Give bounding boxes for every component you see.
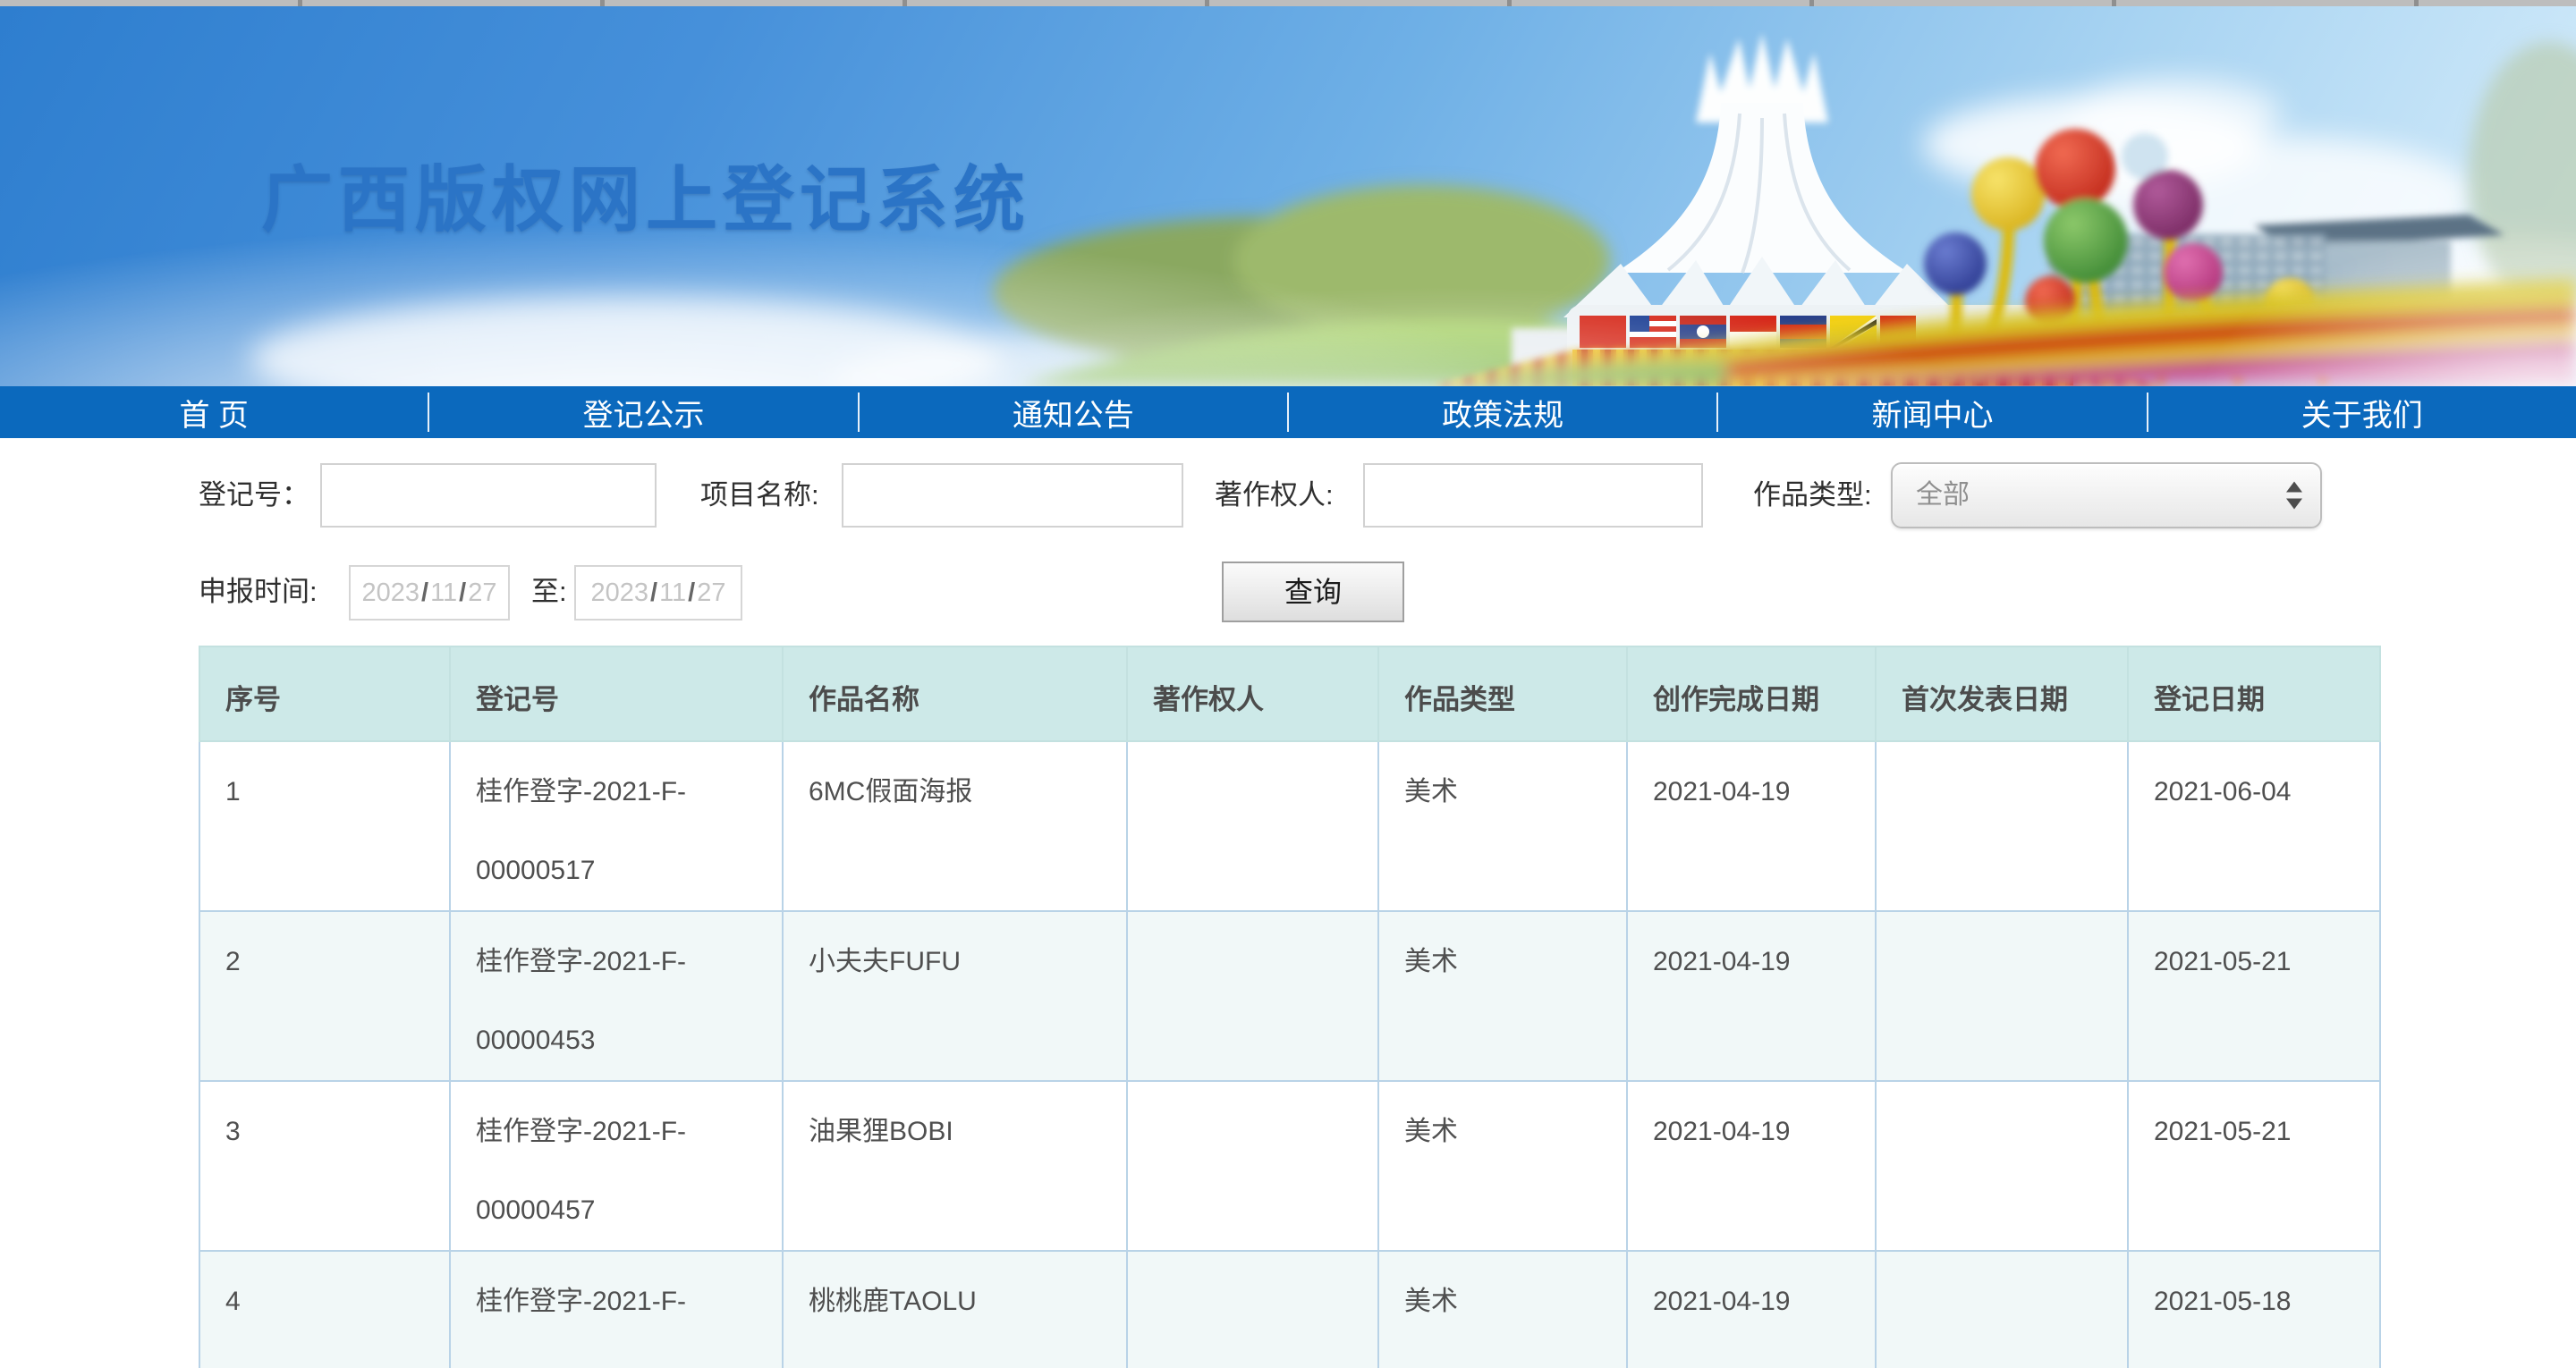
main-nav: 首 页登记公示通知公告政策法规新闻中心关于我们 — [0, 386, 2576, 438]
to-label: 至: — [531, 562, 567, 622]
table-row: 2桂作登字-2021-F-00000453小夫夫FUFU 美术2021-04-19… — [199, 911, 2380, 1081]
cell: 4 — [199, 1251, 450, 1368]
cell: 美术 — [1378, 911, 1627, 1081]
cell — [1127, 911, 1378, 1081]
column-header: 著作权人 — [1127, 646, 1378, 741]
nav-item-about[interactable]: 关于我们 — [2148, 391, 2576, 435]
cell: 油果狸BOBI — [783, 1081, 1127, 1251]
cell — [1876, 1081, 2128, 1251]
column-header: 作品类型 — [1378, 646, 1627, 741]
cell: 桃桃鹿TAOLU — [783, 1251, 1127, 1368]
table-row: 3桂作登字-2021-F-00000457油果狸BOBI 美术2021-04-19… — [199, 1081, 2380, 1251]
search-button[interactable]: 查询 — [1222, 562, 1404, 622]
cell: 2021-06-04 — [2128, 741, 2380, 911]
cell: 6MC假面海报 — [783, 741, 1127, 911]
column-header: 序号 — [199, 646, 450, 741]
copyright-owner-input[interactable] — [1363, 463, 1703, 528]
cell — [1127, 741, 1378, 911]
nav-item-notices[interactable]: 通知公告 — [860, 391, 1287, 435]
cell: 桂作登字-2021-F-00000443 — [450, 1251, 783, 1368]
cell — [1127, 1081, 1378, 1251]
cell: 2021-05-18 — [2128, 1251, 2380, 1368]
cell: 小夫夫FUFU — [783, 911, 1127, 1081]
work-type-select[interactable]: 全部 — [1891, 462, 2322, 528]
work-type-label: 作品类型: — [1753, 463, 1872, 528]
cell: 美术 — [1378, 1251, 1627, 1368]
nav-item-policies[interactable]: 政策法规 — [1289, 391, 1716, 435]
registration-no-input[interactable] — [320, 463, 657, 528]
cell: 2021-04-19 — [1627, 1251, 1876, 1368]
nav-item-registration-publicity[interactable]: 登记公示 — [429, 391, 857, 435]
cell: 桂作登字-2021-F-00000457 — [450, 1081, 783, 1251]
date-from-input[interactable]: 2023/11/27 — [349, 565, 510, 621]
table-body: 1桂作登字-2021-F-000005176MC假面海报美术2021-04-19… — [199, 741, 2380, 1368]
page: 广西版权网上登记系统 首 页登记公示通知公告政策法规新闻中心关于我们 登记号： … — [0, 0, 2576, 1368]
nav-item-home[interactable]: 首 页 — [0, 391, 428, 435]
cell: 2021-05-21 — [2128, 911, 2380, 1081]
date-to-input[interactable]: 2023/11/27 — [574, 565, 742, 621]
copyright-owner-label: 著作权人: — [1215, 463, 1334, 528]
site-title: 广西版权网上登记系统 — [261, 142, 1030, 246]
table-row: 1桂作登字-2021-F-000005176MC假面海报 美术2021-04-19… — [199, 741, 2380, 911]
column-header: 登记日期 — [2128, 646, 2380, 741]
cell: 美术 — [1378, 1081, 1627, 1251]
column-header: 登记号 — [450, 646, 783, 741]
apply-time-label: 申报时间: — [199, 562, 318, 622]
cell: 2021-04-19 — [1627, 1081, 1876, 1251]
project-name-label: 项目名称: — [700, 463, 819, 528]
column-header: 首次发表日期 — [1876, 646, 2128, 741]
column-header: 创作完成日期 — [1627, 646, 1876, 741]
cell — [1127, 1251, 1378, 1368]
cell: 3 — [199, 1081, 450, 1251]
cell: 桂作登字-2021-F-00000517 — [450, 741, 783, 911]
cell — [1876, 741, 2128, 911]
cell — [1876, 911, 2128, 1081]
cell: 2 — [199, 911, 450, 1081]
cell: 2021-04-19 — [1627, 911, 1876, 1081]
cell: 2021-05-21 — [2128, 1081, 2380, 1251]
registration-no-label: 登记号： — [199, 463, 309, 528]
cell — [1876, 1251, 2128, 1368]
site-banner: 广西版权网上登记系统 — [0, 6, 2576, 386]
results-table: 序号登记号作品名称著作权人作品类型创作完成日期首次发表日期登记日期 1桂作登字-… — [199, 646, 2381, 1368]
project-name-input[interactable] — [842, 463, 1183, 528]
nav-item-news[interactable]: 新闻中心 — [1718, 391, 2146, 435]
cell: 1 — [199, 741, 450, 911]
cell: 桂作登字-2021-F-00000453 — [450, 911, 783, 1081]
table-header-row: 序号登记号作品名称著作权人作品类型创作完成日期首次发表日期登记日期 — [199, 646, 2380, 741]
browser-edge-strip — [0, 0, 2576, 6]
table-row: 4桂作登字-2021-F-00000443桃桃鹿TAOLU 美术2021-04-1… — [199, 1251, 2380, 1368]
select-spinner-icon — [2286, 482, 2302, 510]
column-header: 作品名称 — [783, 646, 1127, 741]
cell: 2021-04-19 — [1627, 741, 1876, 911]
cell: 美术 — [1378, 741, 1627, 911]
work-type-selected-value: 全部 — [1916, 480, 1970, 510]
